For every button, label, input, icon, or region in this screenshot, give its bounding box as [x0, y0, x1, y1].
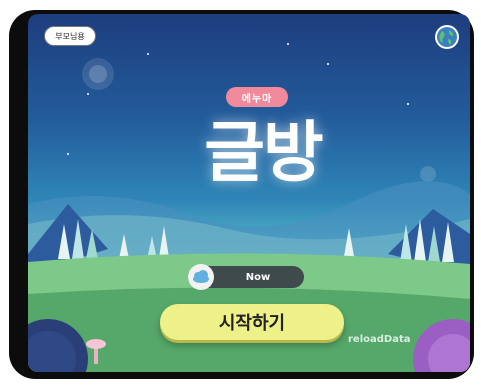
globe-icon[interactable] — [434, 24, 460, 50]
cloud-icon — [193, 270, 209, 283]
now-label: Now — [245, 271, 271, 283]
app-screen: 부모님용 에누마 글방 Now 시작하기 reloadData — [28, 14, 470, 372]
now-toggle[interactable]: Now — [188, 264, 304, 290]
start-button[interactable]: 시작하기 — [160, 304, 344, 340]
app-title: 글방 — [204, 114, 323, 191]
reload-data-label[interactable]: reloadData — [348, 334, 411, 345]
parent-mode-button[interactable]: 부모님용 — [44, 26, 96, 46]
toggle-knob — [188, 264, 214, 290]
